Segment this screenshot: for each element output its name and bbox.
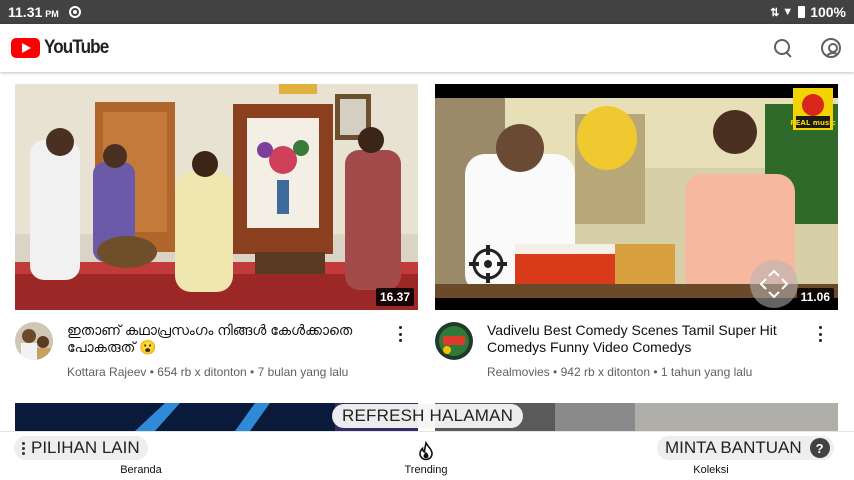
video-thumbnail[interactable]: 16.37: [15, 84, 418, 310]
channel-name: Kottara Rajeev: [67, 365, 147, 379]
thumbnail-image: [15, 84, 418, 310]
youtube-wordmark: YouTube: [44, 37, 109, 58]
nav-library-label: Koleksi: [693, 464, 729, 476]
video-duration: 11.06: [796, 288, 834, 306]
refresh-page-button[interactable]: REFRESH HALAMAN: [332, 404, 524, 428]
channel-name: Realmovies: [487, 365, 550, 379]
upload-age: 1 tahun yang lalu: [660, 365, 753, 379]
more-vertical-icon: [22, 441, 25, 455]
channel-avatar[interactable]: [15, 322, 53, 360]
separator: •: [553, 365, 558, 379]
screen: 11.31 PM ⇅ ▼ 100% YouTube 16.37 ഇതാണ് കഥ…: [0, 0, 854, 480]
video-subtitle: Realmovies • 942 rb x ditonton • 1 tahun…: [487, 365, 797, 379]
youtube-logo[interactable]: YouTube: [11, 37, 115, 59]
nav-trending[interactable]: Trending: [386, 432, 466, 480]
more-options-button[interactable]: PILIHAN LAIN: [14, 436, 148, 460]
video-text: Vadivelu Best Comedy Scenes Tamil Super …: [487, 322, 797, 379]
video-text: ഇതാണ് കഥാപ്രസംഗം നിങ്ങൾ കേൾക്കാതെ പോകരുത…: [67, 322, 377, 379]
more-options-label: PILIHAN LAIN: [31, 438, 140, 457]
help-icon: ?: [809, 438, 830, 458]
video-meta: Vadivelu Best Comedy Scenes Tamil Super …: [435, 322, 838, 379]
status-bar: 11.31 PM ⇅ ▼ 100%: [0, 0, 854, 24]
thumbnail-image: REAL music: [435, 84, 838, 310]
channel-watermark: REAL music: [790, 119, 835, 127]
status-time: 11.31: [8, 4, 43, 20]
battery-icon: [798, 6, 806, 18]
help-label: MINTA BANTUAN: [665, 438, 802, 457]
more-options-icon[interactable]: [818, 326, 822, 342]
video-subtitle: Kottara Rajeev • 654 rb x ditonton • 7 b…: [67, 365, 377, 379]
status-right: ⇅ ▼ 100%: [770, 4, 846, 20]
video-card[interactable]: REAL music 11.06 Vadivelu Best Comedy Sc…: [435, 84, 838, 379]
view-count: 942 rb x ditonton: [560, 365, 650, 379]
video-title[interactable]: Vadivelu Best Comedy Scenes Tamil Super …: [487, 322, 797, 356]
separator: •: [250, 365, 255, 379]
video-meta: ഇതാണ് കഥാപ്രസംഗം നിങ്ങൾ കേൾക്കാതെ പോകരുത…: [15, 322, 418, 379]
trending-flame-icon: [419, 441, 433, 461]
screen-record-icon: [68, 6, 81, 18]
battery-level: 100%: [810, 4, 846, 20]
app-bar-actions: [773, 38, 841, 58]
search-icon[interactable]: [773, 38, 793, 58]
video-card[interactable]: 16.37 ഇതാണ് കഥാപ്രസംഗം നിങ്ങൾ കേൾക്കാതെ …: [15, 84, 418, 379]
separator: •: [653, 365, 658, 379]
nav-trending-label: Trending: [404, 464, 448, 476]
upload-age: 7 bulan yang lalu: [257, 365, 349, 379]
channel-avatar[interactable]: [435, 322, 473, 360]
app-bar: YouTube: [0, 24, 854, 72]
youtube-play-icon: [11, 38, 40, 58]
status-ampm: PM: [45, 8, 59, 19]
account-icon[interactable]: [821, 38, 841, 58]
help-button[interactable]: MINTA BANTUAN ?: [657, 436, 834, 460]
video-title[interactable]: ഇതാണ് കഥാപ്രസംഗം നിങ്ങൾ കേൾക്കാതെ പോകരുത…: [67, 322, 377, 356]
more-options-icon[interactable]: [398, 326, 402, 342]
data-arrows-icon: ⇅: [770, 6, 780, 19]
video-thumbnail[interactable]: REAL music 11.06: [435, 84, 838, 310]
separator: •: [149, 365, 154, 379]
wifi-icon: ▼: [782, 6, 794, 18]
nav-home-label: Beranda: [120, 464, 162, 476]
view-count: 654 rb x ditonton: [157, 365, 247, 379]
video-duration: 16.37: [375, 288, 414, 306]
